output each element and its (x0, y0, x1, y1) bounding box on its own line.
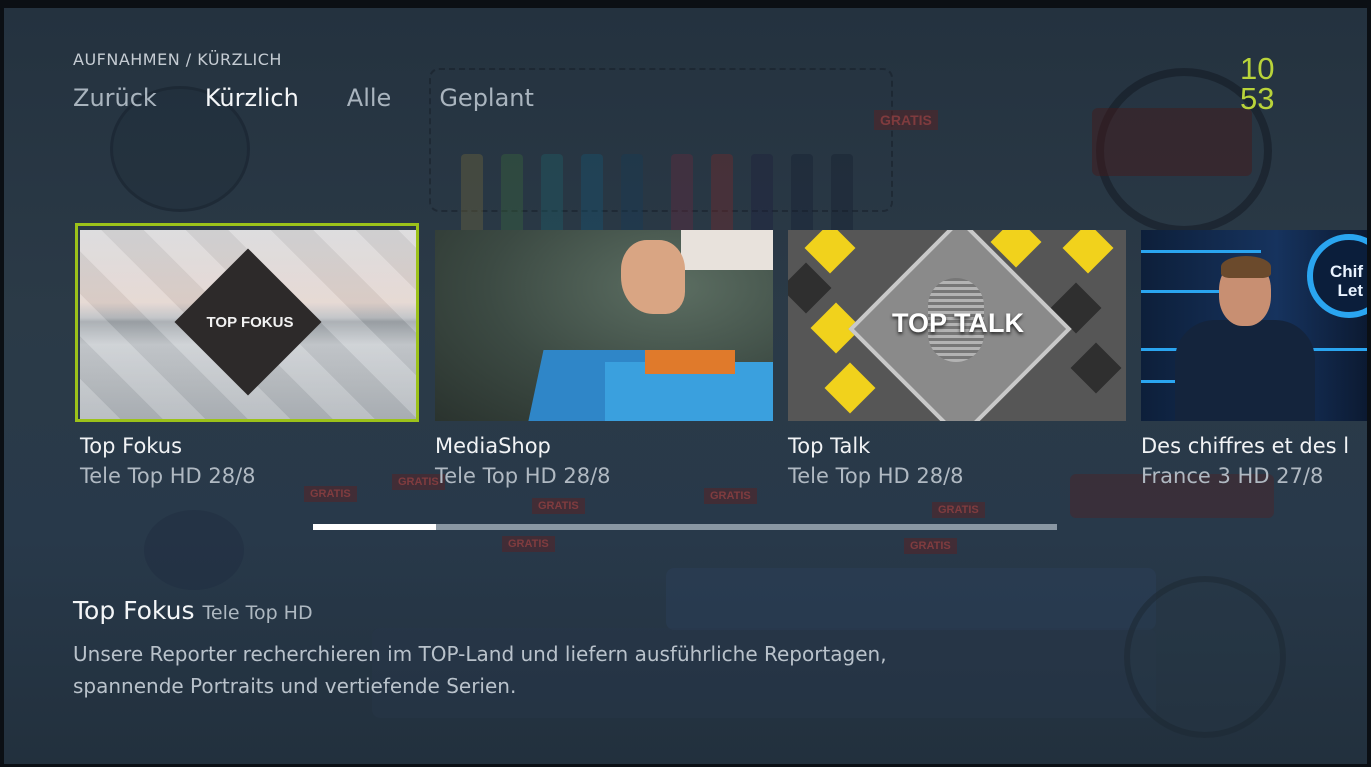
card-title: Top Fokus (80, 434, 183, 458)
card-subtitle: Tele Top HD 28/8 (435, 464, 611, 488)
scroll-progress-fill (313, 524, 436, 530)
nav-tab-scheduled[interactable]: Geplant (439, 84, 534, 112)
card-title: MediaShop (435, 434, 551, 458)
clock-minutes: 53 (1240, 81, 1275, 116)
card-subtitle: France 3 HD 27/8 (1141, 464, 1324, 488)
thumbnail-des-chiffres: Chif Let (1141, 230, 1367, 421)
tv-recordings-screen: GRATIS GRATIS GRATIS GRATIS GRATIS GRATI… (4, 8, 1367, 764)
detail-heading: Top Fokus Tele Top HD (73, 596, 313, 625)
card-title: Top Talk (788, 434, 871, 458)
clock-hours: 10 (1240, 51, 1275, 86)
thumbnail-top-talk: TOP TALK (788, 230, 1126, 421)
detail-title: Top Fokus (73, 596, 195, 625)
show-logo: Chif Let (1307, 234, 1367, 318)
detail-channel: Tele Top HD (202, 602, 313, 624)
detail-description: Unsere Reporter recherchieren im TOP-Lan… (73, 642, 887, 698)
recordings-row: TOP FOKUS Top Fokus Tele Top HD 28/8 Med… (4, 222, 1367, 502)
card-subtitle: Tele Top HD 28/8 (80, 464, 256, 488)
clock: 10 53 (1240, 51, 1275, 116)
focus-frame (75, 223, 419, 422)
nav-tab-recent[interactable]: Kürzlich (205, 84, 299, 112)
card-title: Des chiffres et des l (1141, 434, 1350, 458)
scroll-progress-track (313, 524, 1057, 530)
thumbnail-label: TOP TALK (891, 308, 1024, 338)
background-tag: GRATIS (932, 502, 985, 518)
card-subtitle: Tele Top HD 28/8 (788, 464, 964, 488)
background-tag: GRATIS (904, 538, 957, 554)
thumbnail-mediashop (435, 230, 773, 421)
breadcrumb: AUFNAHMEN / KÜRZLICH (73, 50, 282, 69)
background-url-banner (666, 568, 1156, 630)
background-tag: GRATIS (502, 536, 555, 552)
background-tag: GRATIS (874, 110, 938, 130)
nav-tabs: Zurück Kürzlich Alle Geplant (73, 84, 534, 112)
nav-back[interactable]: Zurück (73, 84, 157, 112)
background-offer-badge (1092, 108, 1252, 176)
nav-tab-all[interactable]: Alle (347, 84, 392, 112)
background-guarantee-seal (144, 510, 244, 590)
background-timer (1124, 576, 1286, 738)
